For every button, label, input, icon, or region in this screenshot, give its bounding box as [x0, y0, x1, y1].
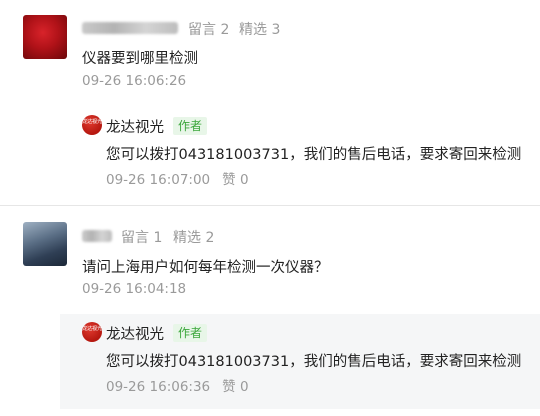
reply-author-name[interactable]: 龙达视光 [106, 116, 164, 137]
username-blurred[interactable] [82, 22, 178, 34]
comment-text: 仪器要到哪里检测 [82, 51, 198, 67]
author-badge: 作者 [173, 117, 208, 135]
reply-time: 09-26 16:07:00 [106, 172, 211, 188]
reply-text: 您可以拨打043181003731，我们的售后电话，要求寄回来检测 [106, 354, 522, 370]
comment-divider [0, 205, 540, 206]
like-button[interactable]: 赞 0 [222, 379, 248, 395]
user-avatar[interactable] [23, 15, 67, 59]
user-featured-count: 精选 2 [173, 230, 215, 246]
reply-author-name[interactable]: 龙达视光 [106, 323, 164, 344]
comment-time: 09-26 16:06:26 [82, 73, 187, 89]
reply-meta: 09-26 16:06:36 赞 0 [106, 375, 249, 395]
reply-text: 您可以拨打043181003731，我们的售后电话，要求寄回来检测 [106, 147, 522, 163]
reply-time: 09-26 16:06:36 [106, 379, 211, 395]
comment-text: 请问上海用户如何每年检测一次仪器？ [82, 260, 329, 276]
user-message-count: 留言 2 [188, 22, 230, 38]
username-blurred[interactable] [82, 230, 112, 242]
like-button[interactable]: 赞 0 [222, 172, 248, 188]
reply-meta: 09-26 16:07:00 赞 0 [106, 168, 249, 188]
user-avatar[interactable] [23, 222, 67, 266]
user-message-count: 留言 1 [121, 230, 163, 246]
author-logo-icon: 龙达视光 [82, 115, 102, 135]
user-featured-count: 精选 3 [239, 22, 281, 38]
author-logo-icon: 龙达视光 [82, 322, 102, 342]
author-badge: 作者 [173, 324, 208, 342]
comment-time: 09-26 16:04:18 [82, 281, 187, 297]
